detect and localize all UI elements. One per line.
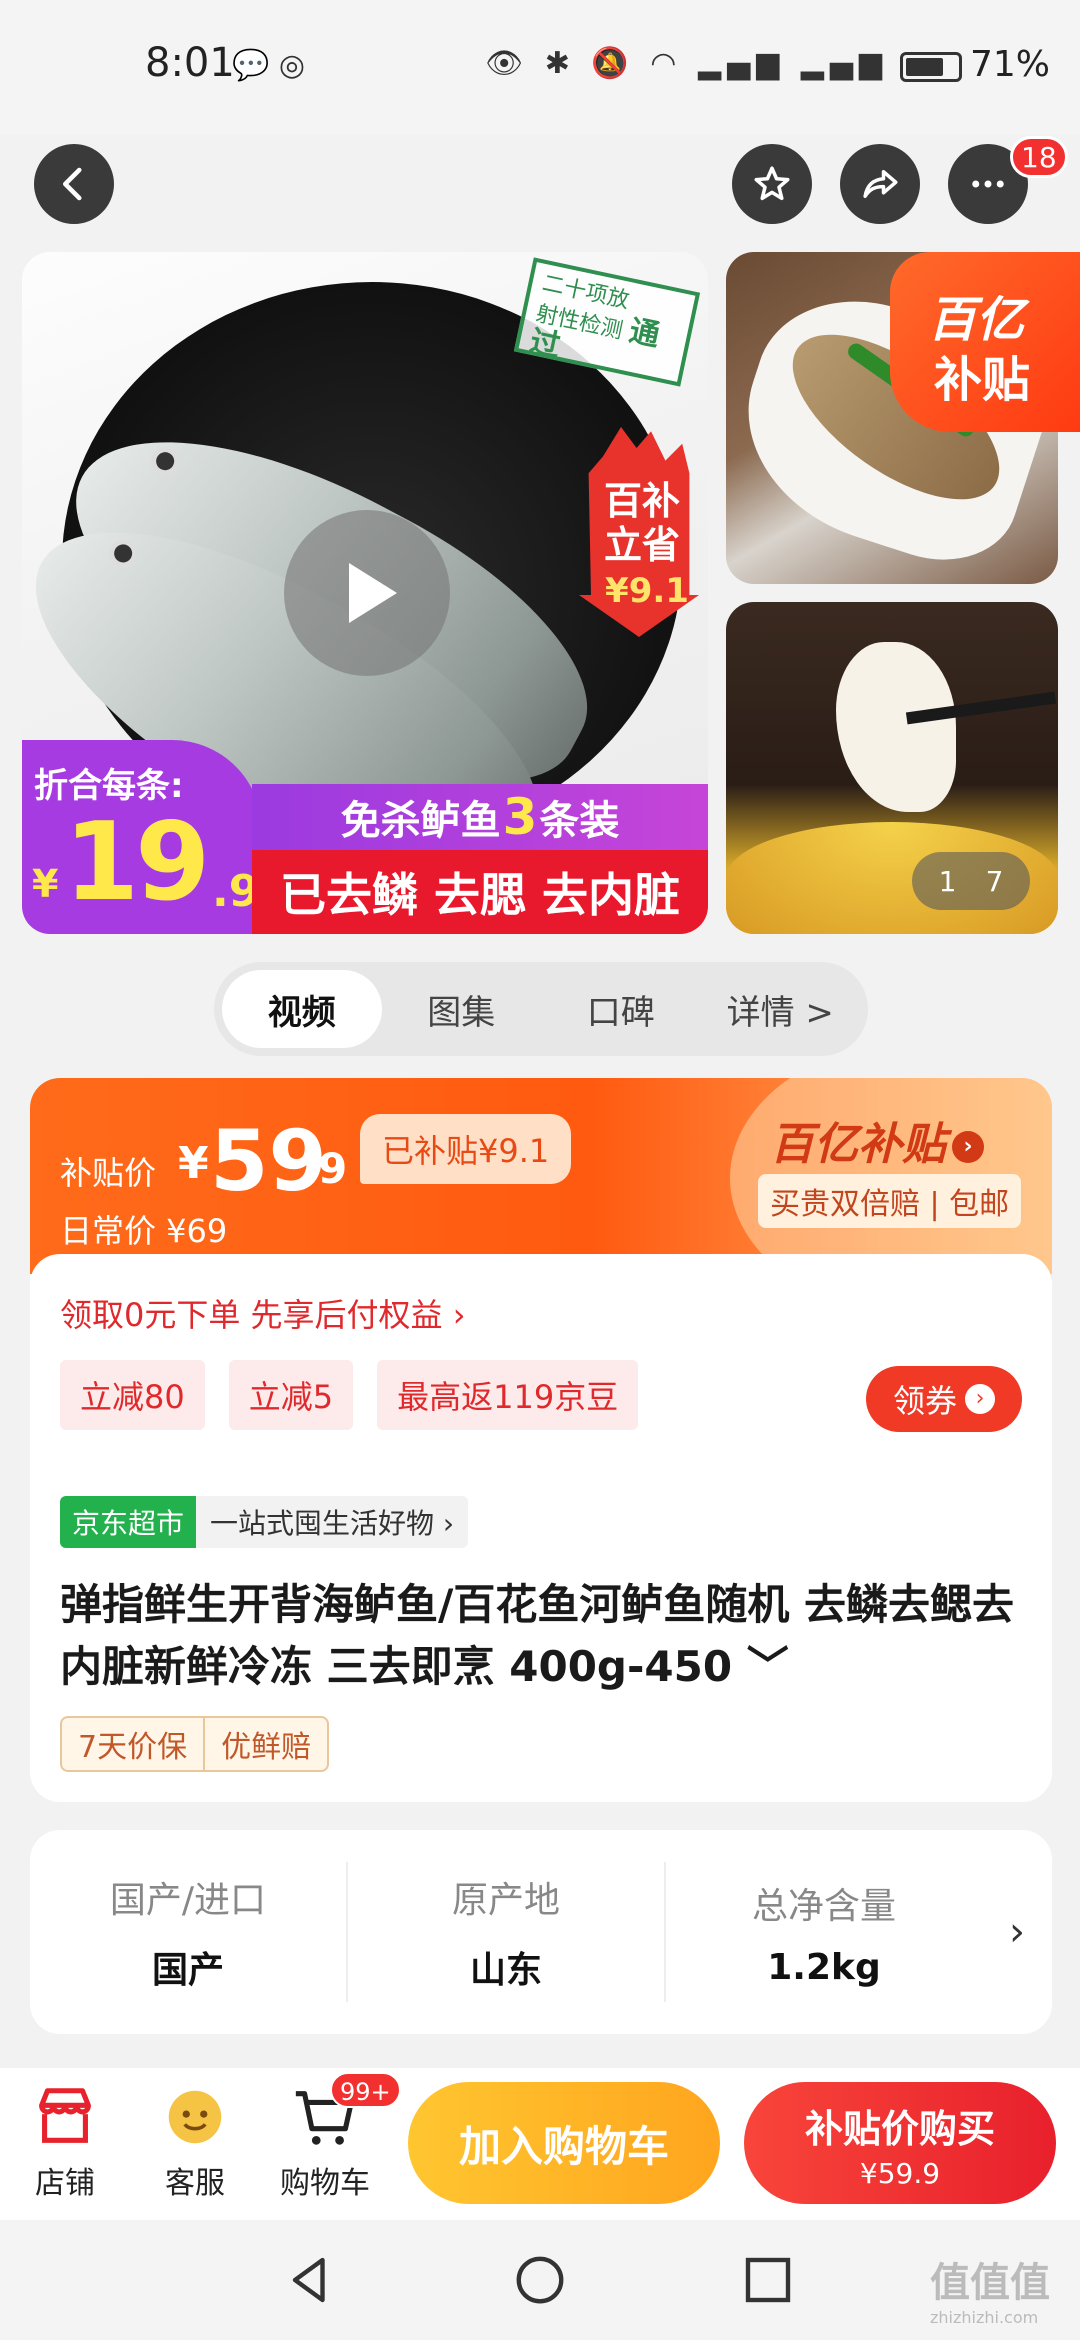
guarantee-tags[interactable]: 7天价保 优鲜赔 (60, 1716, 330, 1772)
per-item-price-badge: 折合每条: ¥ 19 .9 (22, 740, 262, 934)
clock: 8:01 (145, 40, 235, 86)
notification-icons: 💬 ◎ (232, 48, 306, 83)
get-coupon-button[interactable]: 领券 › (866, 1366, 1022, 1432)
tab-video[interactable]: 视频 (222, 970, 382, 1048)
system-nav-bar (0, 2220, 1080, 2340)
status-bar: 8:01 💬 ◎ 👁 ✱ 🔕 ◠ ▂▄▆ ▂▄▆ 71% (0, 0, 1080, 135)
chevron-right-icon: › (952, 1131, 984, 1163)
tab-gallery[interactable]: 图集 (382, 970, 542, 1048)
home-circle-icon[interactable] (510, 2250, 570, 2310)
spec-item: 原产地 山东 (346, 1862, 664, 2002)
buy-now-button[interactable]: 补贴价购买 ¥59.9 (744, 2082, 1056, 2204)
back-triangle-icon[interactable] (280, 2250, 340, 2310)
favorite-button[interactable] (732, 144, 812, 224)
add-to-cart-button[interactable]: 加入购物车 (408, 2082, 720, 2204)
subsidy-flame-badge: 百补 立省 ¥9.1 (567, 427, 707, 647)
store-slogan: 一站式囤生活好物 › (210, 1507, 455, 1540)
price-label: 补贴价 (60, 1154, 157, 1192)
product-title[interactable]: 弹指鲜生开背海鲈鱼/百花鱼河鲈鱼随机 去鳞去鳃去内脏新鲜冷冻 三去即烹 400g… (60, 1574, 1030, 1698)
spec-item: 国产/进口 国产 (109, 1880, 267, 1991)
chevron-left-icon (62, 167, 82, 201)
price-header: 补贴价 ¥ 59 .9 已补贴¥9.1 日常价 ¥69 百亿补贴 › 买贵双倍赔 … (30, 1078, 1052, 1318)
bottom-action-bar: 店铺 客服 99+ 购物车 加入购物车 补贴价购买 ¥59.9 (0, 2068, 1080, 2220)
system-icons: 👁 ✱ 🔕 ◠ ▂▄▆ ▂▄▆ (485, 46, 888, 81)
promo-banner: 免杀鲈鱼 3 条装 已去鳞 去腮 去内脏 (252, 784, 708, 934)
more-icon (972, 180, 1004, 188)
recents-square-icon[interactable] (738, 2250, 798, 2310)
subsidy-logo: 百亿 补贴 (890, 252, 1080, 432)
gallery-pager: 17 (912, 852, 1030, 910)
store-tag[interactable]: 京东超市 一站式囤生活好物 › (60, 1496, 469, 1548)
tab-reviews[interactable]: 口碑 (541, 970, 701, 1048)
coupon-chip[interactable]: 立减80 (60, 1360, 205, 1430)
price-card: 补贴价 ¥ 59 .9 已补贴¥9.1 日常价 ¥69 百亿补贴 › 买贵双倍赔 … (30, 1078, 1052, 1802)
guarantee-tag: 买贵双倍赔 | 包邮 (758, 1174, 1022, 1228)
play-video-button[interactable] (284, 510, 450, 676)
coupon-chip[interactable]: 最高返119京豆 (377, 1360, 639, 1430)
store-button[interactable]: 店铺 (10, 2082, 120, 2202)
media-tabs: 视频 图集 口碑 详情 > (214, 962, 868, 1056)
cart-button[interactable]: 99+ 购物车 (270, 2072, 401, 2202)
back-button[interactable] (34, 144, 114, 224)
store-name: 京东超市 (60, 1496, 197, 1548)
price-body: 领取0元下单 先享后付权益 › 立减80 立减5 最高返119京豆 领券 › 京东… (30, 1254, 1052, 1782)
subsidy-brand-link[interactable]: 百亿补贴 › (770, 1108, 984, 1172)
message-badge: 18 (1010, 136, 1068, 178)
spec-item: 总净含量 1.2kg (664, 1862, 982, 2002)
daily-price: 日常价 ¥69 (60, 1212, 228, 1250)
star-icon (754, 166, 790, 201)
play-icon (349, 563, 397, 623)
cart-badge: 99+ (330, 2072, 401, 2108)
coupon-list: 立减80 立减5 最高返119京豆 (60, 1360, 662, 1430)
subsidized-tag: 已补贴¥9.1 (360, 1114, 572, 1184)
chevron-right-icon[interactable]: › (982, 1909, 1052, 1955)
battery-percent: 71% (969, 44, 1050, 85)
service-icon (168, 2090, 222, 2144)
share-icon (863, 170, 898, 198)
main-product-image[interactable]: 二十项放 射性检测 通过 百补 立省 ¥9.1 折合每条: ¥ 19 .9 免杀鲈… (22, 252, 708, 934)
specs-card[interactable]: 国产/进口 国产 原产地 山东 总净含量 1.2kg › (30, 1830, 1052, 2034)
watermark: 值值值 zhizhizhi.com (930, 2260, 1050, 2327)
tab-details[interactable]: 详情 > (701, 970, 861, 1048)
share-button[interactable] (840, 144, 920, 224)
store-icon (39, 2088, 91, 2143)
customer-service-button[interactable]: 客服 (140, 2082, 250, 2202)
battery-icon (900, 52, 962, 82)
chevron-right-icon: › (965, 1384, 995, 1414)
pay-later-link[interactable]: 领取0元下单 先享后付权益 › (60, 1290, 466, 1336)
coupon-chip[interactable]: 立减5 (228, 1360, 354, 1430)
